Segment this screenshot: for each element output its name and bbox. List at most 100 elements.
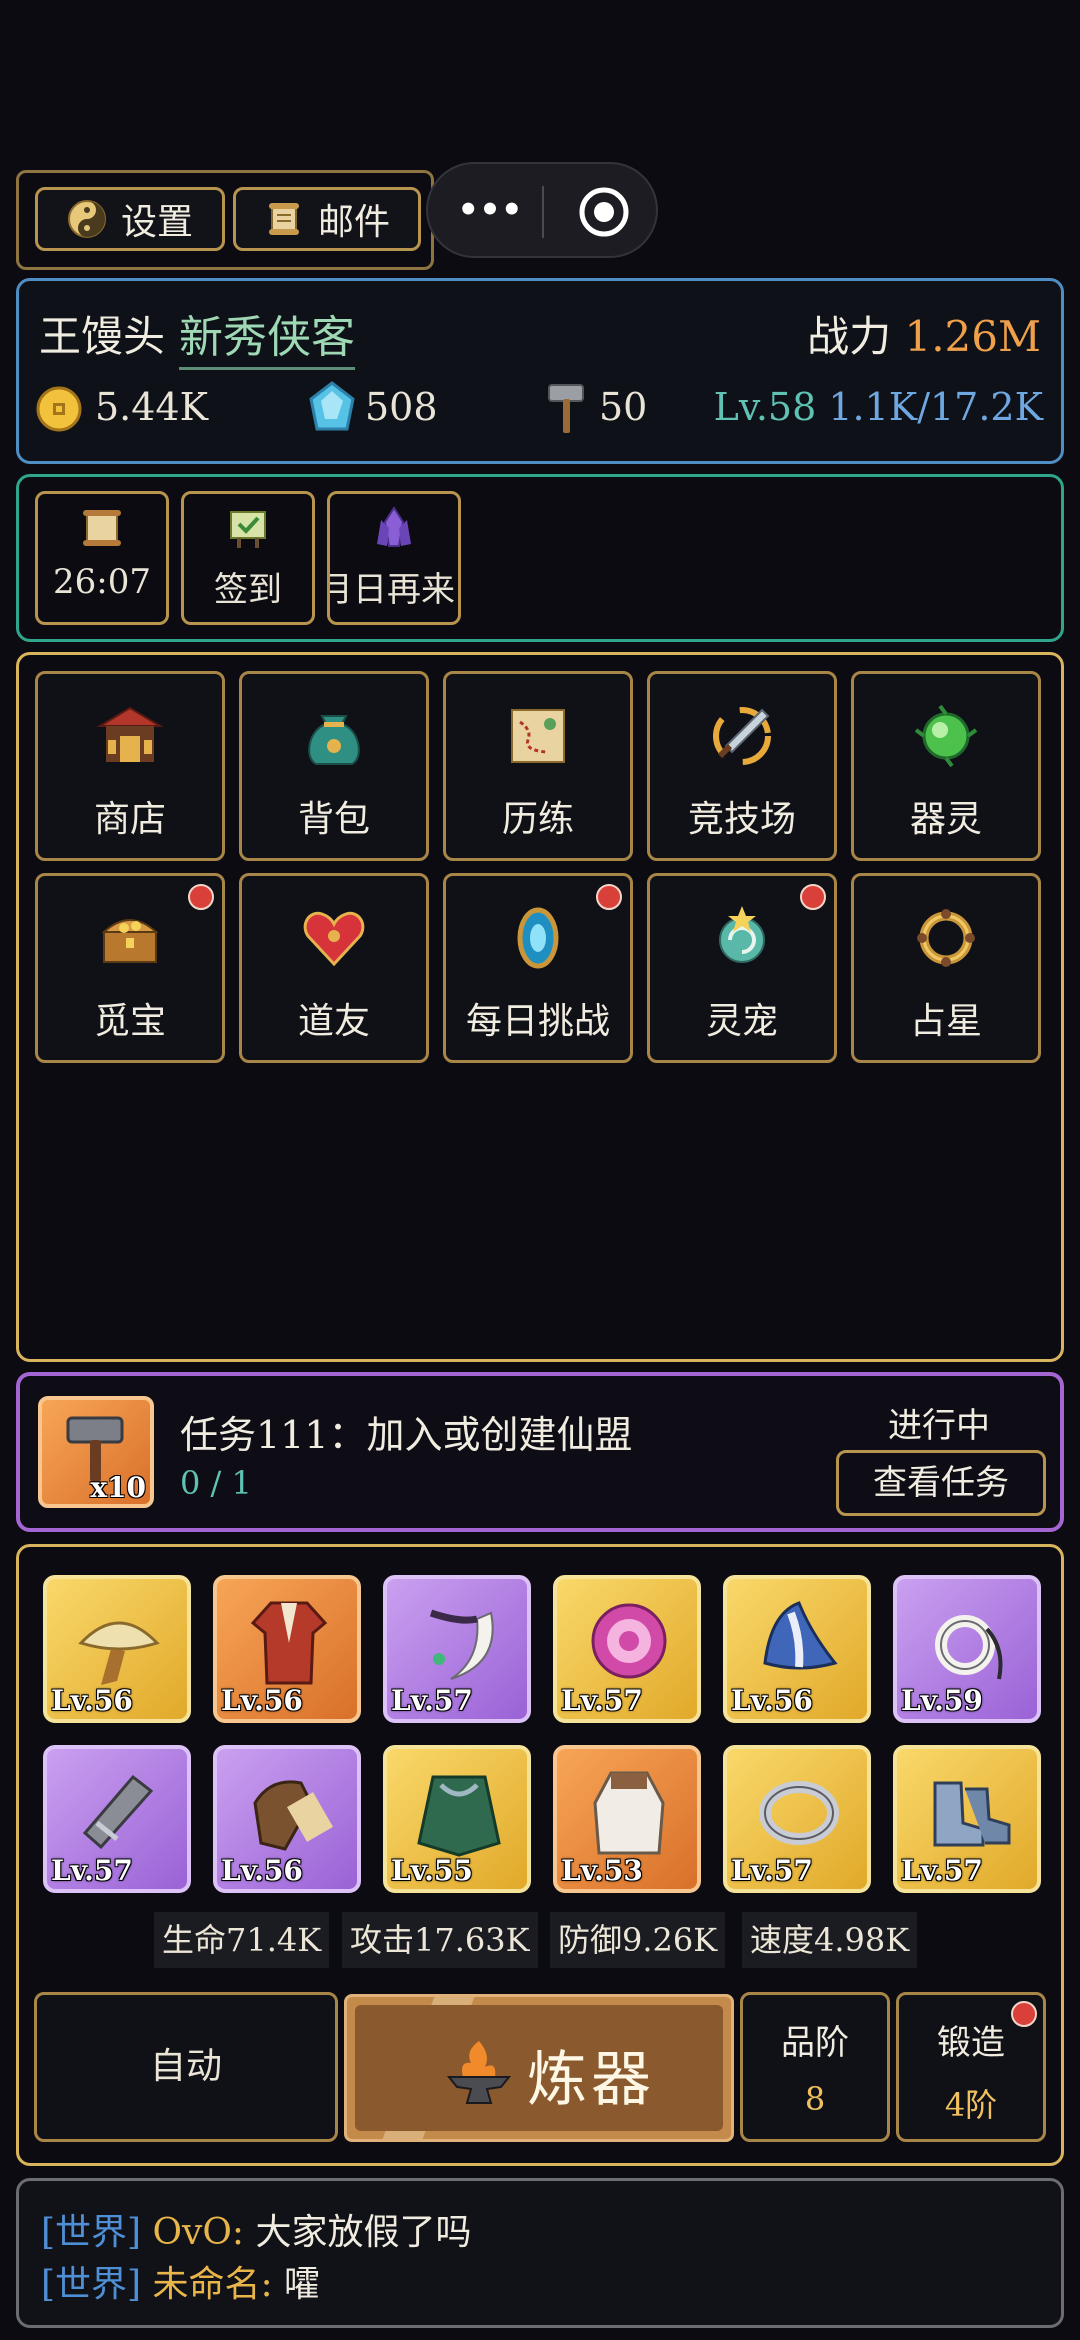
map-icon (511, 709, 565, 763)
scroll-icon (83, 510, 121, 546)
friends-button[interactable]: 道友 (239, 873, 429, 1063)
return-tomorrow-label: 月日再来 (327, 570, 455, 610)
view-quest-button[interactable]: 查看任务 (836, 1450, 1046, 1516)
online-reward-timer: 26:07 (53, 562, 151, 602)
scroll-mail-icon (268, 203, 299, 235)
forge-button[interactable]: 炼器 (344, 1994, 734, 2142)
feature-grid: 商店 背包 历练 竞技场 器灵 觅宝 道友 每日挑战 灵宠 占星 (16, 652, 1064, 1362)
daily-challenge-button[interactable]: 每日挑战 (443, 873, 633, 1063)
star-swirl-icon (719, 906, 765, 963)
crescent-blade-icon (429, 1609, 494, 1680)
equipment-slot[interactable]: Lv.53 (553, 1745, 701, 1893)
daily-challenge-label: 每日挑战 (465, 1001, 610, 1042)
player-title: 新秀侠客 (179, 301, 355, 370)
friends-label: 道友 (297, 1001, 370, 1042)
hammer-icon (543, 379, 591, 437)
arena-button[interactable]: 竞技场 (647, 671, 837, 861)
close-target-icon[interactable] (576, 184, 632, 240)
chat-channel: [世界] (41, 2264, 142, 2305)
equipment-slot[interactable]: Lv.57 (893, 1745, 1041, 1893)
cloak-icon (417, 1775, 501, 1857)
power-value: 1.26M (904, 312, 1041, 361)
yin-yang-icon (67, 200, 106, 238)
player-level: Lv.58 (713, 385, 817, 429)
quest-reward-item[interactable]: x10 (38, 1396, 154, 1508)
smithing-value: 4阶 (944, 2086, 998, 2124)
world-chat-panel[interactable]: [世界] OvO: 大家放假了吗 [世界] 未命名: 嚯 (16, 2178, 1064, 2328)
equipment-slot[interactable]: Lv.57 (43, 1745, 191, 1893)
vest-icon (593, 1771, 665, 1855)
level-exp-display: Lv.58 1.1K/17.2K (714, 385, 1043, 429)
equipment-level: Lv.59 (901, 1684, 983, 1717)
helmet-icon (763, 1601, 838, 1670)
settings-button[interactable]: 设置 (35, 187, 225, 251)
quest-progress: 0 / 1 (180, 1464, 252, 1502)
crystal-icon (377, 506, 411, 547)
settings-label: 设置 (120, 202, 193, 243)
equipment-slot[interactable]: Lv.57 (723, 1745, 871, 1893)
anvil-fire-icon (446, 2041, 512, 2104)
astrology-button[interactable]: 占星 (851, 873, 1041, 1063)
player-exp: 1.1K/17.2K (828, 385, 1043, 429)
equipment-slot[interactable]: Lv.56 (213, 1745, 361, 1893)
spirit-pet-button[interactable]: 灵宠 (647, 873, 837, 1063)
mini-program-capsule: ••• (426, 162, 658, 258)
equipment-level: Lv.56 (221, 1684, 303, 1717)
treasure-chest-icon (101, 919, 159, 963)
shop-label: 商店 (93, 799, 166, 840)
quick-actions-panel: 26:07 签到 月日再来 (16, 474, 1064, 642)
quest-reward-qty: x10 (90, 1471, 146, 1504)
equipment-slot[interactable]: Lv.56 (723, 1575, 871, 1723)
quest-title: 任务111：加入或创建仙盟 (180, 1413, 633, 1457)
training-button[interactable]: 历练 (443, 671, 633, 861)
ring-icon (917, 909, 975, 967)
weapon-spirit-label: 器灵 (909, 799, 982, 840)
grade-button[interactable]: 品阶 8 (740, 1992, 890, 2142)
equipment-slot[interactable]: Lv.55 (383, 1745, 531, 1893)
sign-in-button[interactable]: 签到 (181, 491, 315, 625)
equipment-slot[interactable]: Lv.57 (383, 1575, 531, 1723)
quest-panel: x10 任务111：加入或创建仙盟 0 / 1 进行中 查看任务 (16, 1372, 1064, 1532)
grade-label: 品阶 (781, 2023, 849, 2063)
equipment-level: Lv.57 (391, 1684, 473, 1717)
chat-user[interactable]: OvO: (153, 2212, 245, 2253)
equipment-slot[interactable]: Lv.59 (893, 1575, 1041, 1723)
return-tomorrow-button[interactable]: 月日再来 (327, 491, 461, 625)
mail-button[interactable]: 邮件 (233, 187, 421, 251)
bag-button[interactable]: 背包 (239, 671, 429, 861)
weapon-spirit-button[interactable]: 器灵 (851, 671, 1041, 861)
auto-button[interactable]: 自动 (34, 1992, 338, 2142)
equipment-level: Lv.56 (221, 1854, 303, 1887)
equipment-level: Lv.56 (51, 1684, 133, 1717)
bag-icon (308, 715, 360, 765)
equipment-level: Lv.55 (391, 1854, 473, 1887)
stat-speed: 速度4.98K (742, 1912, 918, 1968)
chat-user[interactable]: 未命名: (153, 2264, 273, 2305)
smithing-button[interactable]: 锻造 4阶 (896, 1992, 1046, 2142)
robe-icon (250, 1601, 328, 1685)
capsule-divider (542, 186, 544, 238)
chat-text: 嚯 (284, 2264, 321, 2305)
more-menu-button[interactable]: ••• (450, 182, 530, 238)
online-reward-button[interactable]: 26:07 (35, 491, 169, 625)
chat-text: 大家放假了吗 (255, 2212, 472, 2253)
mirror-icon (517, 907, 559, 969)
grade-value: 8 (804, 2080, 826, 2118)
boots-icon (933, 1781, 1011, 1847)
gold-amount: 5.44K (95, 385, 208, 429)
necklace-icon (935, 1615, 1003, 1680)
shop-pavilion-icon (96, 706, 164, 762)
equipment-slot[interactable]: Lv.56 (43, 1575, 191, 1723)
notification-dot (596, 884, 622, 910)
astrology-label: 占星 (909, 1001, 982, 1042)
shop-button[interactable]: 商店 (35, 671, 225, 861)
chat-channel: [世界] (41, 2212, 142, 2253)
equipment-slot[interactable]: Lv.56 (213, 1575, 361, 1723)
bracer-icon (82, 1774, 154, 1850)
stat-attack: 攻击17.63K (342, 1912, 538, 1968)
glove-icon (253, 1780, 333, 1851)
equipment-slot[interactable]: Lv.57 (553, 1575, 701, 1723)
treasure-hunt-button[interactable]: 觅宝 (35, 873, 225, 1063)
quest-status: 进行中 (888, 1406, 990, 1446)
chat-message: [世界] 未命名: 嚯 (41, 2255, 320, 2307)
